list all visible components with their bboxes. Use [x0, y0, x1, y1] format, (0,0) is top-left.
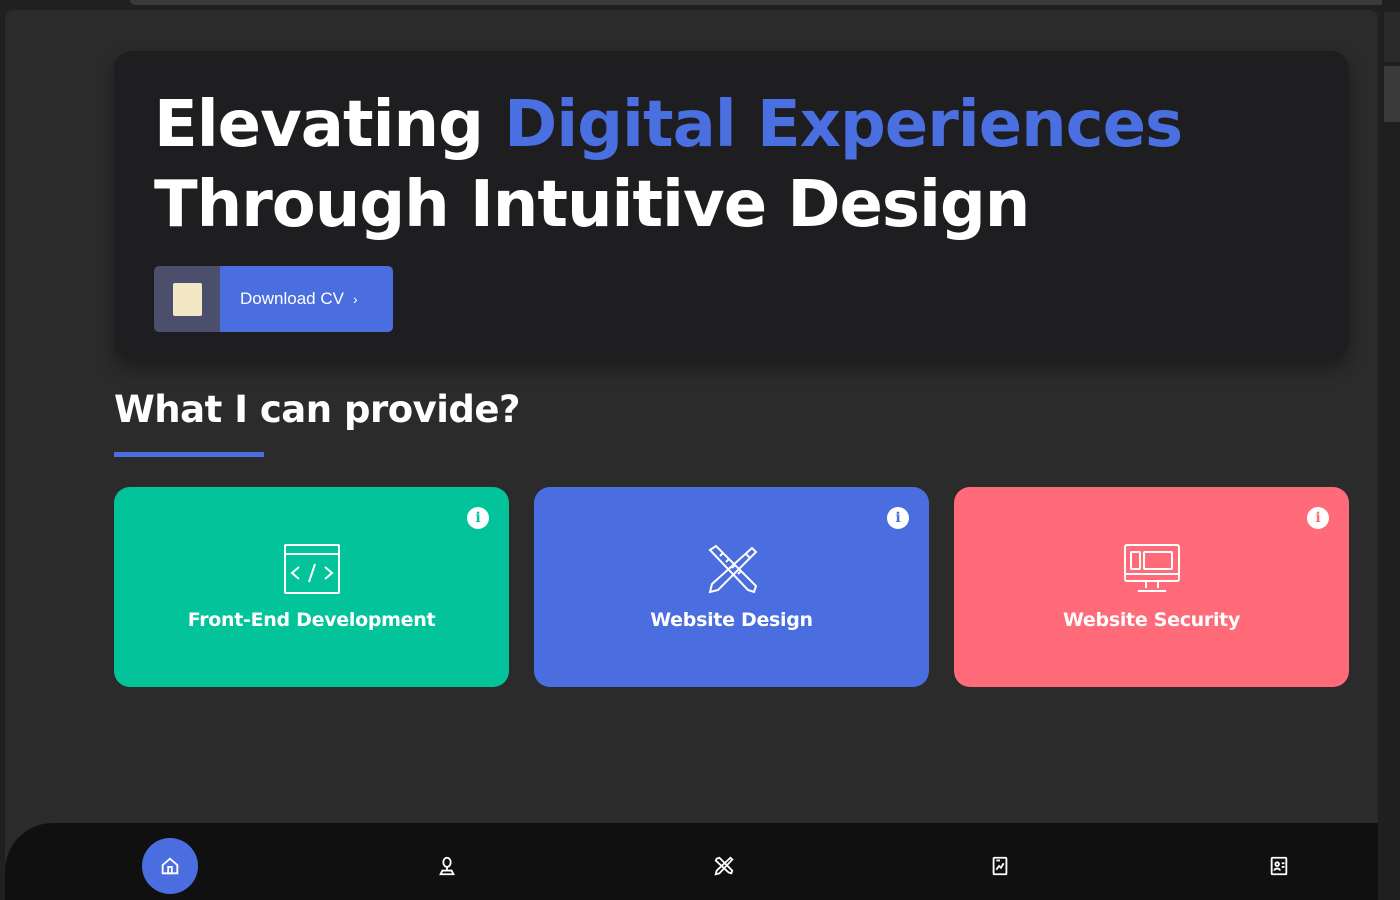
download-cv-button[interactable]: Download CV › [154, 266, 393, 332]
hero-section: Elevating Digital Experiences Through In… [114, 51, 1349, 360]
chevron-right-icon: › [352, 291, 358, 307]
bottom-nav [5, 823, 1378, 900]
chart-document-icon [992, 856, 1008, 876]
nav-services[interactable] [696, 838, 752, 894]
hero-title-part1: Elevating [154, 88, 505, 162]
pencil-ruler-icon [707, 544, 757, 594]
info-icon[interactable]: i [1307, 507, 1329, 529]
scrollbar-thumb[interactable] [1384, 66, 1400, 122]
hero-title-accent: Digital Experiences [504, 88, 1183, 162]
tools-icon [714, 856, 734, 876]
nav-home[interactable] [142, 838, 198, 894]
person-icon [439, 856, 455, 876]
app-window: Elevating Digital Experiences Through In… [5, 10, 1378, 900]
code-window-icon [283, 544, 340, 594]
cv-label-box: Download CV › [220, 266, 393, 332]
cv-icon-box [154, 266, 220, 332]
hero-title-line2: Through Intuitive Design [154, 168, 1030, 242]
services-heading-underline [114, 452, 264, 457]
monitor-security-icon [1123, 544, 1180, 592]
info-icon[interactable]: i [467, 507, 489, 529]
document-icon [172, 282, 202, 316]
hero-title: Elevating Digital Experiences Through In… [154, 85, 1334, 245]
service-card-security[interactable]: i Website Security [954, 487, 1349, 687]
service-card-design[interactable]: i Website Design [534, 487, 929, 687]
services-heading: What I can provide? [114, 388, 520, 431]
info-icon[interactable]: i [887, 507, 909, 529]
nav-portfolio[interactable] [972, 838, 1028, 894]
scrollbar-track[interactable] [1382, 0, 1400, 900]
service-card-label: Website Security [1062, 609, 1241, 631]
download-cv-label: Download CV [240, 289, 344, 308]
contact-card-icon [1270, 856, 1288, 876]
nav-about[interactable] [419, 838, 475, 894]
browser-top-edge [130, 0, 1400, 5]
scrollbar-top-area [1384, 12, 1400, 62]
service-card-frontend[interactable]: i Front-End Development [114, 487, 509, 687]
home-icon [161, 857, 179, 875]
service-card-label: Website Design [650, 609, 813, 631]
nav-contact[interactable] [1251, 838, 1307, 894]
service-card-label: Front-End Development [187, 609, 436, 631]
